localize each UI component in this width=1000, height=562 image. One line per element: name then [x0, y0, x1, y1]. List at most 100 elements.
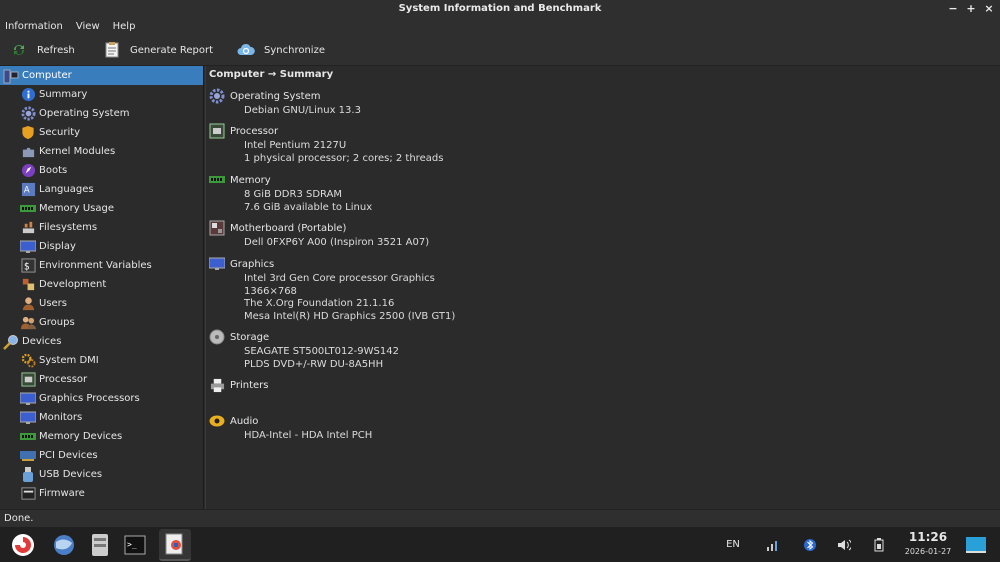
gpu-icon	[20, 391, 36, 407]
generate-report-button[interactable]: Generate Report	[95, 35, 229, 66]
app-launcher-icon[interactable]	[7, 529, 39, 561]
menu-view[interactable]: View	[76, 21, 100, 32]
sidebar-item-groups[interactable]: Groups	[0, 313, 203, 332]
clock-date: 2026-01-27	[904, 547, 952, 556]
sidebar-item-environment-variables[interactable]: $ Environment Variables	[0, 256, 203, 275]
clock-time: 11:26	[908, 530, 948, 544]
taskbar: >_ EN 11:26 2026-01-27	[0, 527, 1000, 562]
section-value: Debian GNU/Linux 13.3	[244, 105, 361, 116]
sidebar-item-label: Kernel Modules	[39, 146, 116, 157]
browser-icon[interactable]	[48, 529, 80, 561]
sidebar-item-pci-devices[interactable]: PCI Devices	[0, 446, 203, 465]
memory-icon	[209, 172, 225, 188]
terminal-icon[interactable]: >_	[119, 529, 151, 561]
section-operating-system: Operating System Debian GNU/Linux 13.3	[209, 87, 989, 118]
memory-icon	[20, 201, 36, 217]
section-title: Operating System	[230, 90, 321, 102]
volume-icon[interactable]	[833, 527, 855, 562]
sidebar-item-usb-devices[interactable]: USB Devices	[0, 465, 203, 484]
sidebar-item-computer[interactable]: Computer	[0, 66, 203, 85]
menu-information[interactable]: Information	[5, 21, 63, 32]
audio-icon	[209, 413, 225, 429]
sidebar-item-devices[interactable]: Devices	[0, 332, 203, 351]
sidebar-item-memory-devices[interactable]: Memory Devices	[0, 427, 203, 446]
section-value: 8 GiB DDR3 SDRAM	[244, 189, 343, 200]
sidebar-item-kernel-modules[interactable]: Kernel Modules	[0, 142, 203, 161]
sidebar-item-firmware[interactable]: Firmware	[0, 484, 203, 503]
window-title: System Information and Benchmark	[398, 3, 602, 14]
gear-icon	[209, 88, 225, 104]
synchronize-button[interactable]: Synchronize	[229, 35, 333, 66]
clock[interactable]: 11:26 2026-01-27	[898, 529, 958, 558]
sidebar-item-label: Users	[39, 298, 68, 309]
sidebar-item-label: Summary	[39, 89, 88, 100]
sidebar-item-languages[interactable]: A Languages	[0, 180, 203, 199]
sidebar-tree: Computer Summary Operating System Securi…	[0, 66, 204, 509]
computer-icon	[3, 68, 19, 84]
sidebar-item-operating-system[interactable]: Operating System	[0, 104, 203, 123]
section-title: Storage	[230, 331, 270, 343]
sidebar-item-security[interactable]: Security	[0, 123, 203, 142]
magnifier-icon	[3, 334, 19, 350]
sidebar-item-label: Memory Devices	[39, 431, 123, 442]
sysinfo-icon[interactable]	[159, 529, 191, 561]
svg-text:A: A	[23, 184, 29, 194]
pci-icon	[20, 448, 36, 464]
network-icon[interactable]	[762, 527, 784, 562]
sidebar-item-label: Security	[39, 127, 81, 138]
keyboard-layout-label: EN	[726, 539, 740, 550]
gears-icon	[20, 353, 36, 369]
section-value: The X.Org Foundation 21.1.16	[244, 298, 395, 309]
synchronize-label: Synchronize	[264, 44, 325, 56]
sidebar-item-processor[interactable]: Processor	[0, 370, 203, 389]
maximize-icon[interactable]: +	[966, 0, 976, 17]
sidebar-item-development[interactable]: Development	[0, 275, 203, 294]
sidebar-item-display[interactable]: Display	[0, 237, 203, 256]
section-value: HDA-Intel - HDA Intel PCH	[244, 430, 373, 441]
monitor-icon	[209, 256, 225, 272]
language-icon: A	[20, 182, 36, 198]
generate-report-label: Generate Report	[130, 44, 214, 56]
sidebar-item-boots[interactable]: Boots	[0, 161, 203, 180]
sidebar-item-system-dmi[interactable]: System DMI	[0, 351, 203, 370]
section-title: Graphics	[230, 258, 275, 270]
cpu-icon	[209, 123, 225, 139]
user-icon	[20, 296, 36, 312]
motherboard-icon	[209, 220, 225, 236]
sidebar-item-label: Firmware	[39, 488, 85, 499]
close-icon[interactable]: ×	[984, 0, 994, 17]
puzzle-icon	[20, 144, 36, 160]
sidebar-item-graphics-processors[interactable]: Graphics Processors	[0, 389, 203, 408]
sidebar-item-summary[interactable]: Summary	[0, 85, 203, 104]
show-desktop-icon[interactable]	[962, 527, 990, 562]
sidebar-item-memory-usage[interactable]: Memory Usage	[0, 199, 203, 218]
section-storage: Storage SEAGATE ST500LT012-9WS142 PLDS D…	[209, 328, 989, 371]
menu-help[interactable]: Help	[113, 21, 136, 32]
sidebar-item-filesystems[interactable]: Filesystems	[0, 218, 203, 237]
firmware-icon	[20, 486, 36, 502]
section-title: Memory	[230, 174, 271, 186]
refresh-icon	[10, 41, 28, 59]
refresh-button[interactable]: Refresh	[2, 35, 95, 66]
sidebar-item-users[interactable]: Users	[0, 294, 203, 313]
toolbar: Refresh Generate Report Synchronize	[0, 35, 1000, 66]
memory-icon	[20, 429, 36, 445]
battery-icon[interactable]	[868, 527, 890, 562]
sidebar-item-label: Devices	[22, 336, 62, 347]
section-value: 1366×768	[244, 285, 297, 297]
sidebar-item-monitors[interactable]: Monitors	[0, 408, 203, 427]
refresh-label: Refresh	[37, 44, 75, 56]
sidebar-item-label: Operating System	[39, 108, 130, 119]
section-value: Intel 3rd Gen Core processor Graphics	[244, 273, 435, 284]
section-title: Motherboard (Portable)	[230, 222, 347, 234]
sidebar-item-label: Development	[39, 279, 107, 290]
keyboard-layout-indicator[interactable]: EN	[718, 527, 748, 562]
report-icon	[103, 41, 121, 59]
bluetooth-icon[interactable]	[799, 527, 821, 562]
minimize-icon[interactable]: −	[948, 0, 958, 17]
monitor-icon	[20, 239, 36, 255]
file-manager-icon[interactable]	[84, 529, 116, 561]
sidebar-item-label: System DMI	[39, 355, 99, 366]
section-processor: Processor Intel Pentium 2127U 1 physical…	[209, 122, 989, 165]
cpu-icon	[20, 372, 36, 388]
